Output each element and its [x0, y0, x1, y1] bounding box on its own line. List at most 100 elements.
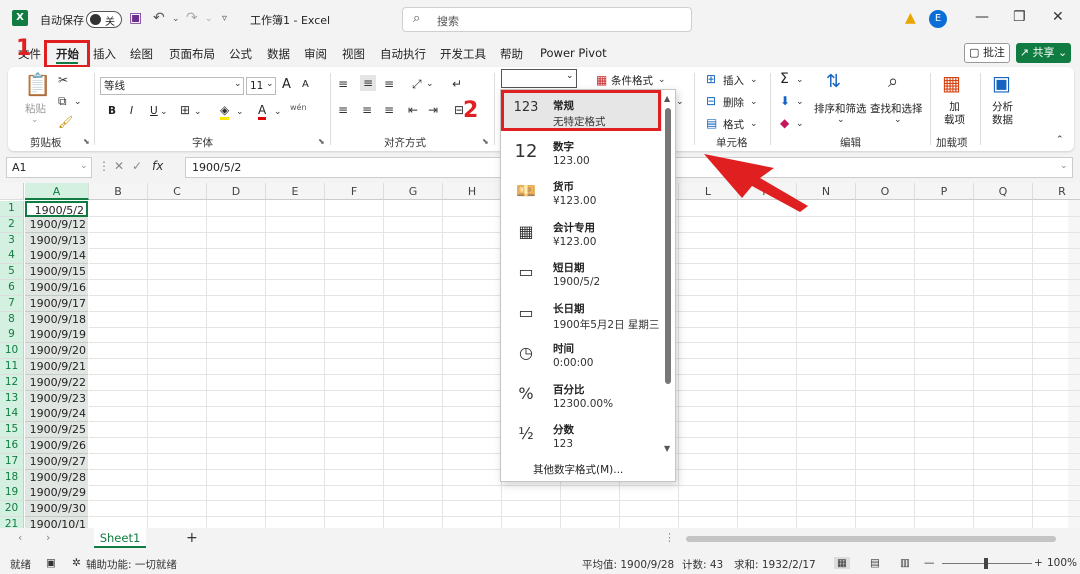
insert-cells-icon[interactable]: ⊞	[706, 72, 716, 86]
undo-icon[interactable]: ↶	[153, 10, 165, 26]
tab-draw[interactable]: 绘图	[130, 46, 153, 62]
tab-developer[interactable]: 开发工具	[440, 46, 486, 62]
analyze-data-icon[interactable]: ▣	[992, 71, 1011, 95]
number-format-item[interactable]: ▭ 长日期 1900年5月2日 星期三	[501, 295, 663, 335]
delete-cells-label[interactable]: 删除	[723, 95, 744, 110]
table-cell[interactable]: 1900/9/15	[25, 264, 88, 281]
table-cell[interactable]: 1900/9/28	[25, 469, 88, 486]
vertical-scrollbar[interactable]	[1068, 183, 1080, 528]
decrease-indent-icon[interactable]: ⇤	[408, 103, 418, 117]
next-sheet-icon[interactable]: ›	[46, 531, 50, 544]
dropdown-scroll-thumb[interactable]	[665, 108, 671, 384]
row-header[interactable]: 10	[0, 343, 24, 360]
expand-formula-icon[interactable]: ⌄	[1060, 161, 1068, 171]
clear-dropdown-icon[interactable]: ⌄	[796, 119, 804, 129]
number-format-item[interactable]: 💴 货币 ¥123.00	[501, 173, 663, 213]
table-cell[interactable]: 1900/9/16	[25, 280, 88, 296]
align-right-icon[interactable]: ≡	[384, 103, 394, 117]
addins-icon[interactable]: ▦	[942, 71, 961, 95]
number-format-item[interactable]: ▦ 会计专用 ¥123.00	[501, 214, 663, 254]
table-cell[interactable]: 1900/9/13	[25, 232, 88, 249]
fill-dropdown-icon[interactable]: ⌄	[796, 97, 804, 107]
paste-dropdown-icon[interactable]: ⌄	[31, 115, 39, 125]
cell-styles-dropdown-icon[interactable]: ⌄	[676, 97, 684, 107]
conditional-format-label[interactable]: 条件格式	[611, 73, 653, 88]
align-bottom-icon[interactable]: ≡	[384, 77, 394, 91]
table-cell[interactable]: 1900/10/1	[25, 517, 88, 528]
macro-record-icon[interactable]: ▣	[46, 557, 56, 569]
more-options-icon[interactable]: ⋮	[98, 159, 110, 173]
zoom-slider-thumb[interactable]	[984, 558, 988, 569]
column-header-f[interactable]: F	[325, 183, 384, 200]
normal-view-icon[interactable]: ▦	[834, 557, 850, 569]
tab-view[interactable]: 视图	[342, 46, 365, 62]
tab-data[interactable]: 数据	[267, 46, 290, 62]
column-header-q[interactable]: Q	[974, 183, 1033, 200]
number-format-item[interactable]: ½ 分数 123	[501, 416, 663, 456]
column-header-a[interactable]: A	[25, 183, 89, 200]
bold-button[interactable]: B	[108, 105, 116, 117]
redo-dropdown-icon[interactable]: ⌄	[205, 14, 213, 24]
font-size-dropdown-icon[interactable]: ⌄	[266, 79, 274, 89]
zoom-out-icon[interactable]: —	[924, 557, 935, 569]
number-format-combo[interactable]: ⌄	[501, 69, 577, 88]
phonetic-guide-icon[interactable]: wén	[290, 103, 307, 112]
table-cell[interactable]: 1900/9/19	[25, 327, 88, 344]
format-cells-icon[interactable]: ▤	[706, 116, 717, 130]
format-cells-label[interactable]: 格式	[723, 117, 744, 132]
horizontal-scrollbar[interactable]	[686, 536, 1056, 542]
font-name-combo[interactable]: 等线	[100, 77, 244, 95]
font-color-dropdown-icon[interactable]: ⌄	[274, 107, 282, 117]
column-header-o[interactable]: O	[856, 183, 915, 200]
table-cell[interactable]: 1900/9/24	[25, 406, 88, 423]
alignment-launcher-icon[interactable]: ⬊	[482, 137, 489, 146]
copy-dropdown-icon[interactable]: ⌄	[74, 97, 82, 107]
conditional-format-dropdown-icon[interactable]: ⌄	[658, 75, 666, 85]
share-button[interactable]: ↗ 共享 ⌄	[1016, 43, 1071, 63]
column-header-p[interactable]: P	[915, 183, 974, 200]
insert-dropdown-icon[interactable]: ⌄	[750, 75, 758, 85]
increase-indent-icon[interactable]: ⇥	[428, 103, 438, 117]
row-header[interactable]: 21	[0, 517, 24, 528]
comments-button[interactable]: ▢ 批注	[964, 43, 1010, 63]
save-icon[interactable]: ▣	[129, 10, 142, 26]
row-header[interactable]: 15	[0, 422, 24, 439]
row-header[interactable]: 3	[0, 232, 24, 249]
underline-button[interactable]: U	[150, 105, 158, 117]
active-cell[interactable]: 1900/5/2	[25, 201, 88, 217]
row-header[interactable]: 19	[0, 485, 24, 502]
table-cell[interactable]: 1900/9/22	[25, 374, 88, 391]
enter-icon[interactable]: ✓	[132, 159, 142, 173]
accessibility-status[interactable]: 辅助功能: 一切就绪	[86, 557, 177, 572]
sheet-tab-sheet1[interactable]: Sheet1	[94, 528, 146, 548]
column-header-h[interactable]: H	[443, 183, 502, 200]
number-format-item[interactable]: 12 数字 123.00	[501, 133, 663, 173]
cut-icon[interactable]: ✂	[58, 73, 68, 87]
tab-insert[interactable]: 插入	[93, 46, 116, 62]
close-icon[interactable]: ✕	[1052, 9, 1064, 25]
table-cell[interactable]: 1900/9/25	[25, 422, 88, 439]
add-sheet-button[interactable]: +	[186, 530, 198, 546]
cancel-icon[interactable]: ✕	[114, 159, 124, 173]
delete-cells-icon[interactable]: ⊟	[706, 94, 716, 108]
table-cell[interactable]: 1900/9/14	[25, 248, 88, 265]
collapse-ribbon-icon[interactable]: ⌃	[1056, 135, 1064, 145]
fill-color-icon[interactable]: ◈	[220, 103, 230, 120]
sheet-options-icon[interactable]: ⋮	[664, 531, 675, 544]
align-middle-icon[interactable]: ≡	[360, 75, 377, 91]
customize-toolbar-icon[interactable]: ▿	[222, 13, 227, 24]
tab-review[interactable]: 审阅	[304, 46, 327, 62]
row-header[interactable]: 12	[0, 374, 24, 391]
insert-function-icon[interactable]: fx	[152, 159, 163, 173]
restore-icon[interactable]: ❐	[1013, 9, 1026, 25]
zoom-in-icon[interactable]: +	[1034, 557, 1043, 569]
column-header-r[interactable]: R	[1033, 183, 1080, 200]
table-cell[interactable]: 1900/9/20	[25, 343, 88, 360]
tab-automate[interactable]: 自动执行	[380, 46, 426, 62]
grow-font-icon[interactable]: A	[282, 77, 291, 92]
autosum-icon[interactable]: Σ	[780, 71, 789, 87]
row-header[interactable]: 20	[0, 501, 24, 518]
tab-formulas[interactable]: 公式	[229, 46, 252, 62]
page-break-view-icon[interactable]: ▥	[900, 557, 910, 569]
prev-sheet-icon[interactable]: ‹	[18, 531, 22, 544]
